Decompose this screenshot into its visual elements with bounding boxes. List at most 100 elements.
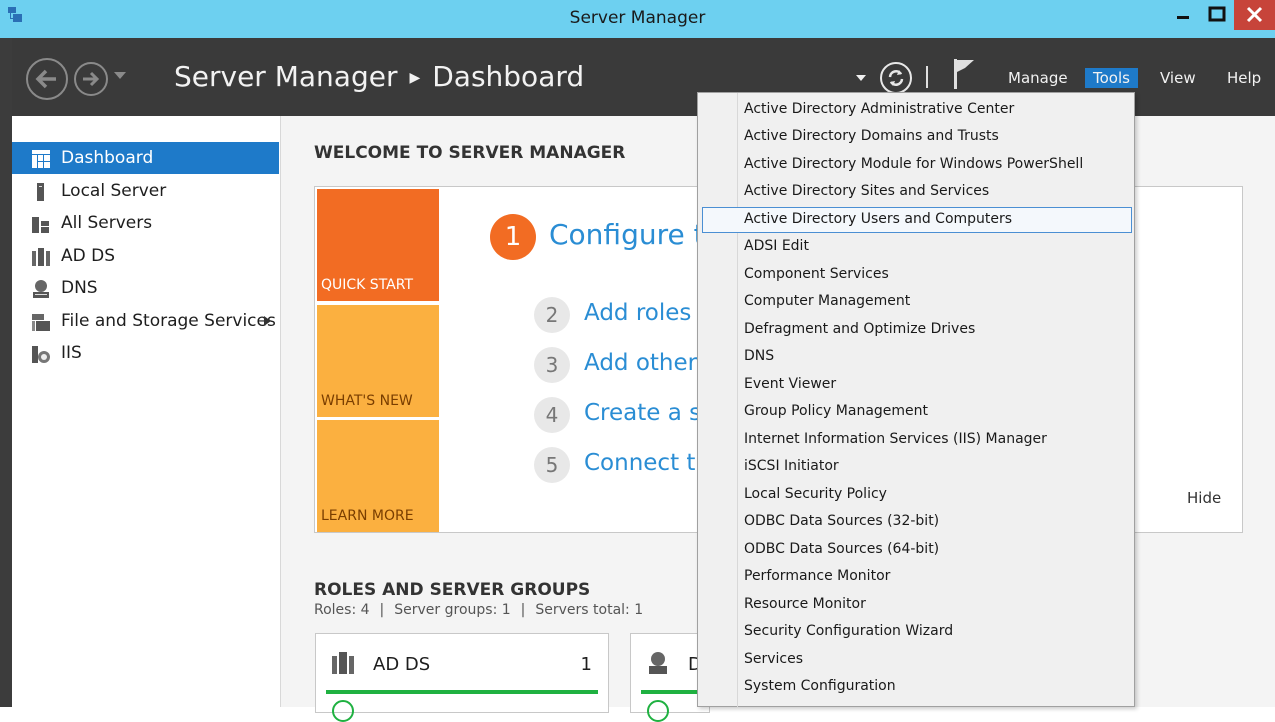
server-groups-count: Server groups: 1 [394, 602, 511, 618]
tools-menu-item-label: Group Policy Management [744, 403, 929, 419]
tools-menu-item-label: ADSI Edit [744, 238, 809, 254]
roles-heading: ROLES AND SERVER GROUPS [314, 580, 591, 600]
tools-menu-item[interactable]: DNS [702, 344, 1132, 370]
server-icon [32, 183, 50, 201]
sidebar-item-local-server[interactable]: Local Server [12, 175, 279, 207]
ad-ds-icon [332, 652, 354, 674]
tools-menu-item[interactable]: Active Directory Users and Computers [702, 207, 1132, 233]
sidebar-item-dashboard[interactable]: Dashboard [12, 142, 279, 174]
tools-menu-item[interactable]: Event Viewer [702, 372, 1132, 398]
breadcrumb-root[interactable]: Server Manager [174, 60, 397, 93]
tools-menu-item-label: ODBC Data Sources (32-bit) [744, 513, 940, 529]
refresh-dropdown-icon[interactable] [856, 75, 866, 81]
tools-menu-item[interactable]: Active Directory Domains and Trusts [702, 124, 1132, 150]
sidebar-item-all-servers[interactable]: All Servers [12, 207, 279, 239]
tools-menu-item[interactable]: Local Security Policy [702, 482, 1132, 508]
close-icon [1246, 6, 1263, 23]
tools-menu-item[interactable]: ODBC Data Sources (64-bit) [702, 537, 1132, 563]
breadcrumb-separator-icon: ▶ [409, 70, 421, 86]
back-button[interactable] [26, 58, 68, 100]
window-left-edge [0, 38, 12, 707]
status-bar [326, 690, 598, 694]
tools-menu-item-label: Local Security Policy [744, 486, 887, 502]
tools-menu-item[interactable]: Group Policy Management [702, 399, 1132, 425]
step-number-1: 1 [490, 214, 536, 260]
tools-menu-item[interactable]: Active Directory Module for Windows Powe… [702, 152, 1132, 178]
step-number-2: 2 [534, 297, 570, 333]
tools-menu-item[interactable]: Component Services [702, 262, 1132, 288]
tools-menu-item-label: ODBC Data Sources (64-bit) [744, 541, 940, 557]
tools-menu-item[interactable]: Security Configuration Wizard [702, 619, 1132, 645]
history-dropdown-icon[interactable] [114, 72, 126, 79]
sidebar-item-label: Local Server [61, 181, 167, 201]
menu-view[interactable]: View [1152, 68, 1204, 88]
tools-menu-item-label: Computer Management [744, 293, 911, 309]
tile-label: QUICK START [321, 277, 413, 293]
role-card-count: 1 [580, 654, 592, 675]
sidebar-item-ad-ds[interactable]: AD DS [12, 240, 279, 272]
roles-summary: Roles: 4 | Server groups: 1 | Servers total:… [314, 602, 644, 618]
tools-menu-item[interactable]: ODBC Data Sources (32-bit) [702, 509, 1132, 535]
submenu-arrow-icon[interactable] [264, 316, 271, 326]
tools-menu-item[interactable]: Performance Monitor [702, 564, 1132, 590]
status-ok-icon [332, 700, 354, 722]
tools-menu-item[interactable]: Active Directory Sites and Services [702, 179, 1132, 205]
sidebar-item-file-and-storage-services[interactable]: File and Storage Services [12, 305, 279, 337]
tools-menu-item-label: Active Directory Domains and Trusts [744, 128, 999, 144]
refresh-button[interactable] [880, 62, 912, 94]
tools-menu-item[interactable]: ADSI Edit [702, 234, 1132, 260]
status-ok-icon [647, 700, 669, 722]
tools-menu-item[interactable]: Computer Management [702, 289, 1132, 315]
tile-whats-new[interactable]: WHAT'S NEW [317, 305, 439, 417]
step-number-3: 3 [534, 347, 570, 383]
tools-menu-item[interactable]: Internet Information Services (IIS) Mana… [702, 427, 1132, 453]
tile-quick-start[interactable]: QUICK START [317, 189, 439, 301]
tools-menu-item[interactable]: System Configuration [702, 674, 1132, 700]
role-card-ad-ds[interactable]: AD DS 1 [315, 633, 609, 722]
tile-label: LEARN MORE [321, 508, 414, 524]
storage-icon [32, 313, 50, 331]
dns-icon [647, 652, 669, 674]
minimize-button[interactable] [1166, 0, 1200, 30]
tools-menu-item-label: Active Directory Administrative Center [744, 101, 1015, 117]
dashboard-icon [32, 150, 50, 168]
tile-learn-more[interactable]: LEARN MORE [317, 420, 439, 532]
sidebar-item-label: Dashboard [61, 148, 154, 168]
tools-menu-item[interactable]: Defragment and Optimize Drives [702, 317, 1132, 343]
tools-menu-item[interactable]: Active Directory Administrative Center [702, 97, 1132, 123]
step-number-4: 4 [534, 397, 570, 433]
tools-menu-item-label: Resource Monitor [744, 596, 866, 612]
hide-welcome-link[interactable]: Hide [1187, 489, 1221, 507]
close-button[interactable] [1234, 0, 1275, 30]
roles-count: Roles: 4 [314, 602, 370, 618]
tools-menu-item[interactable]: Resource Monitor [702, 592, 1132, 618]
sidebar-item-label: DNS [61, 278, 98, 298]
back-arrow-icon [35, 69, 56, 89]
breadcrumb: Server Manager ▶ Dashboard [174, 60, 584, 93]
maximize-button[interactable] [1200, 0, 1234, 30]
sidebar-item-label: IIS [61, 343, 82, 363]
servers-total: Servers total: 1 [535, 602, 644, 618]
welcome-heading: WELCOME TO SERVER MANAGER [314, 143, 626, 163]
ad-ds-icon [32, 248, 50, 266]
tools-menu-item-label: Services [744, 651, 804, 667]
tools-menu-item-label: System Configuration [744, 678, 896, 694]
tools-menu-item[interactable]: iSCSI Initiator [702, 454, 1132, 480]
role-card-name: AD DS [373, 654, 431, 675]
tools-menu-item-label: iSCSI Initiator [744, 458, 839, 474]
tools-menu-item-label: Active Directory Sites and Services [744, 183, 990, 199]
iis-icon [32, 345, 50, 363]
forward-button[interactable] [74, 62, 108, 96]
menu-help[interactable]: Help [1219, 68, 1269, 88]
menu-manage[interactable]: Manage [1000, 68, 1076, 88]
notifications-flag-icon[interactable] [952, 58, 976, 90]
tools-menu-item-label: Security Configuration Wizard [744, 623, 954, 639]
sidebar-item-dns[interactable]: DNS [12, 272, 279, 304]
sidebar-item-iis[interactable]: IIS [12, 337, 279, 369]
tools-menu-item-label: Defragment and Optimize Drives [744, 321, 976, 337]
tools-menu-item[interactable]: Services [702, 647, 1132, 673]
tools-menu-item-label: Component Services [744, 266, 889, 282]
tools-menu-item-label: Internet Information Services (IIS) Mana… [744, 431, 1047, 447]
tools-menu-item-label: Active Directory Module for Windows Powe… [744, 156, 1084, 172]
menu-tools[interactable]: Tools [1085, 68, 1138, 88]
